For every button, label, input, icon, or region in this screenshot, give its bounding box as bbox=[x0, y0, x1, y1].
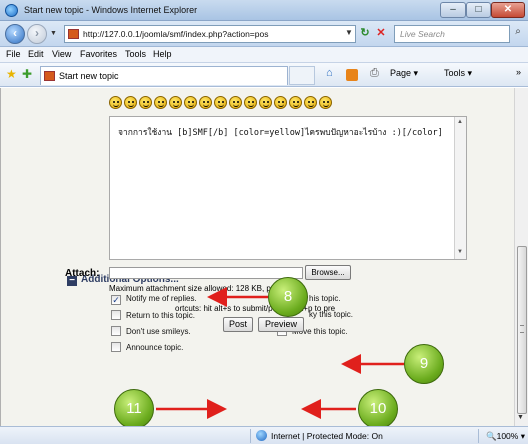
page-scrollbar[interactable]: ▼ bbox=[514, 88, 528, 426]
add-favorites-icon[interactable]: ✚ bbox=[22, 67, 32, 81]
zoom-icon: 🔍 bbox=[486, 431, 497, 441]
ie-icon bbox=[5, 4, 18, 17]
attach-file-input[interactable] bbox=[109, 267, 303, 279]
status-separator bbox=[250, 429, 251, 443]
browse-button[interactable]: Browse... bbox=[305, 265, 351, 280]
page-menu[interactable]: Page ▾ bbox=[390, 68, 418, 79]
command-toolbar: ★ ✚ Start new topic ⌂ ⎙ Page ▾ Tools ▾ » bbox=[0, 63, 528, 87]
tab-label: Start new topic bbox=[59, 71, 119, 81]
announce-option[interactable]: Announce topic. bbox=[111, 342, 183, 352]
menu-favorites[interactable]: Favorites bbox=[80, 49, 117, 59]
smiley-icon[interactable] bbox=[184, 96, 197, 109]
zoom-value: 100% bbox=[496, 431, 519, 441]
refresh-icon[interactable]: ↻ bbox=[358, 26, 372, 42]
menu-file[interactable]: File bbox=[6, 49, 21, 59]
address-bar: ‹ › ▼ http://127.0.0.1/joomla/smf/index.… bbox=[0, 21, 528, 47]
notify-checkbox[interactable]: ✓ bbox=[111, 295, 121, 305]
window-title: Start new topic - Windows Internet Explo… bbox=[24, 5, 198, 15]
smiley-icon[interactable] bbox=[319, 96, 332, 109]
smiley-icon[interactable] bbox=[214, 96, 227, 109]
scroll-up-icon[interactable]: ▲ bbox=[457, 119, 463, 125]
preview-button[interactable]: Preview bbox=[258, 317, 304, 332]
internet-zone-icon bbox=[256, 430, 267, 441]
post-button[interactable]: Post bbox=[223, 317, 253, 332]
textarea-scrollbar[interactable]: ▲ ▼ bbox=[454, 117, 466, 259]
menu-bar: File Edit View Favorites Tools Help bbox=[0, 47, 528, 63]
scroll-down-icon[interactable]: ▼ bbox=[517, 414, 524, 421]
lock-topic-label-partial: his topic. bbox=[309, 294, 341, 303]
smiley-icon[interactable] bbox=[124, 96, 137, 109]
callout-10: 10 bbox=[358, 389, 398, 429]
tools-menu[interactable]: Tools ▾ bbox=[444, 68, 472, 79]
search-icon[interactable]: ⌕ bbox=[511, 26, 525, 42]
smiley-row bbox=[109, 96, 334, 112]
toolbar-overflow-icon[interactable]: » bbox=[516, 67, 521, 77]
scrollbar-thumb[interactable] bbox=[517, 246, 527, 414]
favorites-star-icon[interactable]: ★ bbox=[6, 67, 17, 81]
smiley-icon[interactable] bbox=[229, 96, 242, 109]
message-text: จากการใช้งาน [b]SMF[/b] [color=yellow]ไค… bbox=[118, 128, 443, 138]
menu-edit[interactable]: Edit bbox=[28, 49, 44, 59]
site-favicon-icon bbox=[68, 29, 79, 39]
back-button[interactable]: ‹ bbox=[5, 24, 25, 44]
search-placeholder: Live Search bbox=[400, 29, 445, 39]
tab-start-new-topic[interactable]: Start new topic bbox=[40, 66, 288, 85]
print-icon[interactable]: ⎙ bbox=[370, 67, 379, 80]
smileys-label: Don't use smileys. bbox=[126, 327, 191, 336]
status-separator bbox=[478, 429, 479, 443]
zoom-level[interactable]: 🔍100% ▾ bbox=[486, 431, 525, 442]
smileys-checkbox[interactable] bbox=[111, 326, 121, 336]
announce-checkbox[interactable] bbox=[111, 342, 121, 352]
menu-view[interactable]: View bbox=[52, 49, 71, 59]
return-checkbox[interactable] bbox=[111, 310, 121, 320]
home-icon[interactable]: ⌂ bbox=[326, 67, 333, 79]
smiley-icon[interactable] bbox=[139, 96, 152, 109]
smiley-icon[interactable] bbox=[169, 96, 182, 109]
menu-help[interactable]: Help bbox=[153, 49, 172, 59]
stop-icon[interactable]: ✕ bbox=[374, 26, 388, 42]
callout-8: 8 bbox=[268, 277, 308, 317]
url-field[interactable]: http://127.0.0.1/joomla/smf/index.php?ac… bbox=[64, 25, 356, 43]
recent-pages-dropdown-icon[interactable]: ▼ bbox=[50, 30, 57, 38]
attach-label: Attach: bbox=[65, 268, 100, 279]
smiley-icon[interactable] bbox=[109, 96, 122, 109]
smiley-icon[interactable] bbox=[199, 96, 212, 109]
callout-9: 9 bbox=[404, 344, 444, 384]
scroll-down-icon[interactable]: ▼ bbox=[457, 249, 463, 255]
smiley-icon[interactable] bbox=[259, 96, 272, 109]
announce-label: Announce topic. bbox=[126, 343, 184, 352]
smiley-icon[interactable] bbox=[274, 96, 287, 109]
scrollbar-grip bbox=[520, 325, 524, 333]
callout-11: 11 bbox=[114, 389, 154, 429]
notify-label: Notify me of replies. bbox=[126, 294, 197, 303]
feeds-icon[interactable] bbox=[346, 69, 358, 81]
minimize-button[interactable]: – bbox=[440, 2, 466, 18]
menu-tools[interactable]: Tools bbox=[125, 49, 146, 59]
smileys-option[interactable]: Don't use smileys. bbox=[111, 326, 191, 336]
maximize-button[interactable]: □ bbox=[466, 2, 491, 18]
smiley-icon[interactable] bbox=[244, 96, 257, 109]
tab-favicon-icon bbox=[44, 71, 55, 81]
url-text: http://127.0.0.1/joomla/smf/index.php?ac… bbox=[83, 29, 269, 39]
title-bar: Start new topic - Windows Internet Explo… bbox=[0, 0, 528, 21]
smiley-icon[interactable] bbox=[304, 96, 317, 109]
forward-button[interactable]: › bbox=[27, 24, 47, 44]
status-bar: Internet | Protected Mode: On 🔍100% ▾ bbox=[0, 426, 528, 444]
url-dropdown-icon[interactable]: ▼ bbox=[345, 28, 353, 37]
search-input[interactable]: Live Search bbox=[394, 25, 510, 43]
smiley-icon[interactable] bbox=[289, 96, 302, 109]
security-zone-text[interactable]: Internet | Protected Mode: On bbox=[271, 431, 383, 441]
message-textarea[interactable]: จากการใช้งาน [b]SMF[/b] [color=yellow]ไค… bbox=[109, 116, 467, 260]
close-button[interactable]: ✕ bbox=[491, 2, 525, 18]
smiley-icon[interactable] bbox=[154, 96, 167, 109]
new-tab-button[interactable] bbox=[289, 66, 315, 85]
